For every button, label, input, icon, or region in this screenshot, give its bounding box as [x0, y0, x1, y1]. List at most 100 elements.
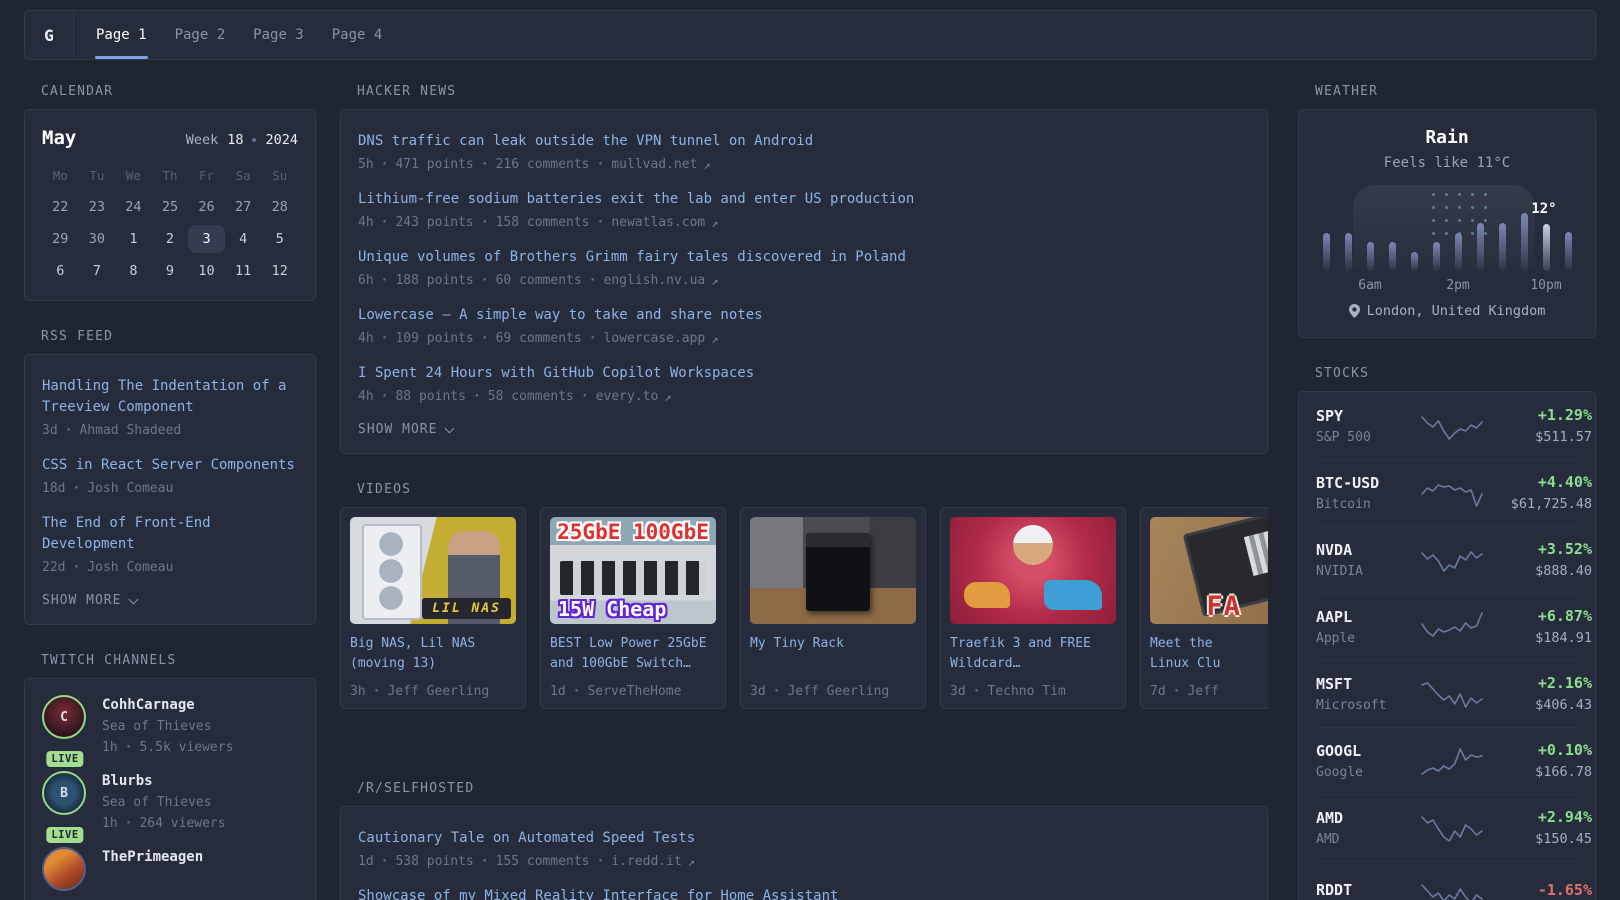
show-more-button[interactable]: SHOW MORE [42, 593, 137, 608]
story-comments: 158 comments [496, 215, 590, 230]
video-thumbnail[interactable] [750, 517, 916, 624]
story-source-link[interactable]: every.to [596, 389, 672, 404]
twitch-channel-row[interactable]: ThePrimeagen [42, 847, 298, 891]
reddit-post-item: Showcase of my Mixed Reality Interface f… [358, 886, 1250, 900]
post-title[interactable]: Showcase of my Mixed Reality Interface f… [358, 886, 1250, 900]
separator-dot [597, 157, 605, 172]
avatar-letter: B [60, 786, 68, 801]
story-title[interactable]: I Spent 24 Hours with GitHub Copilot Wor… [358, 363, 1250, 384]
stock-ticker: MSFT [1316, 675, 1420, 693]
story-source-link[interactable]: english.nv.ua [604, 273, 719, 288]
channel-info: CohhCarnage Sea of Thieves 1h 5.5k viewe… [102, 695, 233, 755]
stock-company: Apple [1316, 631, 1420, 646]
video-thumbnail[interactable] [950, 517, 1116, 624]
rss-item-title[interactable]: Handling The Indentation of a Treeview C… [42, 376, 298, 418]
story-source-link[interactable]: mullvad.net [611, 157, 710, 172]
story-title[interactable]: Lithium-free sodium batteries exit the l… [358, 189, 1250, 210]
week-label: Week [186, 132, 219, 148]
stock-sparkline [1420, 811, 1484, 845]
live-badge: LIVE [46, 827, 83, 843]
stock-company: S&P 500 [1316, 430, 1420, 445]
calendar-day: 23 [79, 193, 116, 221]
app-logo[interactable]: G [25, 11, 74, 59]
stock-row[interactable]: AAPL Apple +6.87% $184.91 [1316, 593, 1578, 660]
rss-item-author: Josh Comeau [87, 481, 173, 496]
story-source-link[interactable]: newatlas.com [611, 215, 718, 230]
story-item: DNS traffic can leak outside the VPN tun… [358, 131, 1250, 172]
stock-values: +3.52% $888.40 [1484, 540, 1592, 579]
stock-row[interactable]: AMD AMD +2.94% $150.45 [1316, 794, 1578, 861]
separator-dot [72, 560, 80, 575]
video-card[interactable]: 25GbE 100GbE 15W Cheap BEST Low Power 25… [540, 507, 726, 709]
calendar-day: 9 [152, 257, 189, 285]
video-card[interactable]: My Tiny Rack 3d Jeff Geerling [740, 507, 926, 709]
page-tab[interactable]: Page 3 [252, 11, 305, 59]
page-tab[interactable]: Page 2 [174, 11, 227, 59]
rss-item-title[interactable]: CSS in React Server Components [42, 455, 298, 476]
weather-bar-slot [1359, 242, 1381, 271]
stock-row[interactable]: BTC-USD Bitcoin +4.40% $61,725.48 [1316, 459, 1578, 526]
calendar-year: 2024 [265, 132, 298, 148]
story-source: english.nv.ua [604, 273, 706, 288]
rss-item-author: Josh Comeau [87, 560, 173, 575]
weekday-row: MoTuWeThFrSaSu [42, 168, 298, 183]
page-tab[interactable]: Page 1 [95, 11, 148, 59]
channel-avatar[interactable]: C [42, 695, 86, 739]
temperature-bar [1367, 242, 1374, 271]
calendar-section-title: CALENDAR [41, 84, 316, 99]
video-title[interactable]: My Tiny Rack [750, 634, 916, 674]
stock-row[interactable]: SPY S&P 500 +1.29% $511.57 [1316, 393, 1578, 459]
stock-ticker: BTC-USD [1316, 474, 1420, 492]
weather-bar-slot [1557, 232, 1579, 271]
video-title[interactable]: Big NAS, Lil NAS (moving 13) [350, 634, 516, 674]
story-title[interactable]: Unique volumes of Brothers Grimm fairy t… [358, 247, 1250, 268]
show-more-button[interactable]: SHOW MORE [358, 422, 453, 437]
separator-dot [473, 389, 481, 404]
rss-item-author: Ahmad Shadeed [79, 423, 181, 438]
twitch-channel-row[interactable]: C LIVE CohhCarnage Sea of Thieves 1h [42, 695, 298, 755]
video-card[interactable]: LIL NAS Big NAS, Lil NAS (moving 13) 3h … [340, 507, 526, 709]
video-card[interactable]: Traefik 3 and FREE Wildcard… 3d Techno T… [940, 507, 1126, 709]
story-comments: 60 comments [496, 273, 582, 288]
twitch-channel-row[interactable]: B LIVE Blurbs Sea of Thieves 1h [42, 771, 298, 831]
stocks-section: STOCKS SPY S&P 500 +1.29% $511.57 [1298, 366, 1596, 900]
rss-item-title[interactable]: The End of Front-End Development [42, 513, 298, 555]
channel-name[interactable]: CohhCarnage [102, 697, 233, 713]
rss-item-meta: 18d Josh Comeau [42, 481, 298, 496]
calendar-day: 8 [115, 257, 152, 285]
story-points: 109 points [395, 331, 473, 346]
channel-name[interactable]: Blurbs [102, 773, 226, 789]
post-title[interactable]: Cautionary Tale on Automated Speed Tests [358, 828, 1250, 849]
video-age: 3h [350, 684, 366, 699]
stock-row[interactable]: GOOGL Google +0.10% $166.78 [1316, 727, 1578, 794]
page-tab[interactable]: Page 4 [331, 11, 384, 59]
video-age: 3d [750, 684, 766, 699]
stock-row[interactable]: RDDT -1.65% [1316, 861, 1578, 900]
stock-ticker: RDDT [1316, 881, 1420, 899]
video-title[interactable]: Traefik 3 and FREE Wildcard… [950, 634, 1116, 674]
separator-dot [381, 157, 389, 172]
stock-change-percent: -1.65% [1484, 881, 1592, 899]
video-card[interactable]: FA Meet the Linux Clu 7d Jeff [1140, 507, 1268, 709]
video-thumbnail[interactable]: LIL NAS [350, 517, 516, 624]
avatar-letter: C [60, 710, 68, 725]
story-source-link[interactable]: lowercase.app [604, 331, 719, 346]
story-title[interactable]: Lowercase – A simple way to take and sha… [358, 305, 1250, 326]
story-title[interactable]: DNS traffic can leak outside the VPN tun… [358, 131, 1250, 152]
stock-ticker: AMD [1316, 809, 1420, 827]
video-meta: 7d Jeff [1150, 684, 1268, 699]
video-title[interactable]: BEST Low Power 25GbE and 100GbE Switch… [550, 634, 716, 674]
chevron-down-icon [129, 594, 139, 604]
calendar-day: 12 [261, 257, 298, 285]
channel-avatar[interactable]: B [42, 771, 86, 815]
post-source-link[interactable]: i.redd.it [611, 854, 695, 869]
channel-name[interactable]: ThePrimeagen [102, 849, 203, 865]
stock-row[interactable]: NVDA NVIDIA +3.52% $888.40 [1316, 526, 1578, 593]
video-thumbnail[interactable]: 25GbE 100GbE 15W Cheap [550, 517, 716, 624]
stock-price: $150.45 [1484, 831, 1592, 847]
video-title[interactable]: Meet the Linux Clu [1150, 634, 1268, 674]
stock-row[interactable]: MSFT Microsoft +2.16% $406.43 [1316, 660, 1578, 727]
channel-avatar[interactable] [42, 847, 86, 891]
hourly-temperature-chart: 6am2pm10pm12° [1315, 185, 1579, 293]
video-thumbnail[interactable]: FA [1150, 517, 1268, 624]
